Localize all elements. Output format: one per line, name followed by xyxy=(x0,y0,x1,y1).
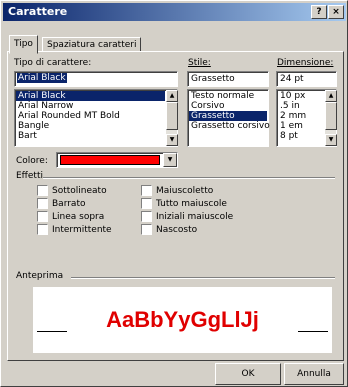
list-item[interactable]: 10 px xyxy=(278,91,324,101)
size-input[interactable]: 24 pt xyxy=(276,71,337,87)
font-input-value: Arial Black xyxy=(17,73,67,83)
checkbox-label: Nascosto xyxy=(156,225,198,235)
checkbox-maiuscoletto[interactable] xyxy=(141,185,152,196)
tab-spaziatura-caratteri[interactable]: Spaziatura caratteri xyxy=(42,37,142,52)
preview-baseline-right xyxy=(298,331,328,332)
list-item[interactable]: Arial Black xyxy=(16,91,165,101)
effects-label: Effetti xyxy=(16,171,43,181)
style-input-value: Grassetto xyxy=(191,74,235,84)
preview-label: Anteprima xyxy=(16,271,64,281)
title-bar: Carattere ? × xyxy=(3,3,346,21)
checkbox-label: Iniziali maiuscole xyxy=(156,212,234,222)
preview-separator xyxy=(71,277,335,279)
size-label: Dimensione: xyxy=(277,58,334,68)
checkbox-sottolineato[interactable] xyxy=(37,185,48,196)
tab-tipo[interactable]: Tipo xyxy=(9,35,38,54)
checkbox-label: Sottolineato xyxy=(52,186,107,196)
preview-box: AaBbYyGgLlJj xyxy=(33,287,332,353)
help-button[interactable]: ? xyxy=(311,5,327,19)
list-item[interactable]: Corsivo xyxy=(189,101,267,111)
scroll-thumb[interactable] xyxy=(166,102,178,130)
font-label: Tipo di carattere: xyxy=(14,58,92,68)
list-item[interactable]: 2 mm xyxy=(278,111,324,121)
checkbox-tutto-maiuscole[interactable] xyxy=(141,198,152,209)
effects-separator xyxy=(43,177,335,179)
checkbox-label: Intermittente xyxy=(52,225,112,235)
style-label: Stile: xyxy=(188,58,211,68)
checkbox-intermittente[interactable] xyxy=(37,224,48,235)
close-button[interactable]: × xyxy=(328,5,344,19)
font-input[interactable]: Arial Black xyxy=(14,71,178,87)
style-list[interactable]: Testo normale Corsivo Grassetto Grassett… xyxy=(187,89,270,147)
list-item[interactable]: 1 em xyxy=(278,121,324,131)
list-item[interactable]: Arial Narrow xyxy=(16,101,165,111)
preview-sample-text: AaBbYyGgLlJj xyxy=(106,307,259,332)
size-list[interactable]: 10 px .5 in 2 mm 1 em 8 pt ▲ ▼ xyxy=(276,89,337,147)
scroll-thumb[interactable] xyxy=(325,102,337,130)
list-item[interactable]: Grassetto xyxy=(189,111,267,121)
window-title: Carattere xyxy=(8,5,68,18)
checkbox-iniziali-maiuscole[interactable] xyxy=(141,211,152,222)
size-list-scrollbar[interactable]: ▲ ▼ xyxy=(325,90,337,146)
list-item[interactable]: 8 pt xyxy=(278,131,324,141)
font-list[interactable]: Arial Black Arial Narrow Arial Rounded M… xyxy=(14,89,178,147)
checkbox-nascosto[interactable] xyxy=(141,224,152,235)
list-item[interactable]: .5 in xyxy=(278,101,324,111)
list-item[interactable]: Arial Rounded MT Bold xyxy=(16,111,165,121)
list-item[interactable]: Testo normale xyxy=(189,91,267,101)
arrow-down-icon[interactable]: ▼ xyxy=(166,134,178,146)
color-swatch xyxy=(60,155,160,165)
color-label: Colore: xyxy=(16,156,48,166)
arrow-up-icon[interactable]: ▲ xyxy=(325,90,337,102)
checkbox-label: Linea sopra xyxy=(52,212,105,222)
arrow-down-icon[interactable]: ▼ xyxy=(325,134,337,146)
font-list-scrollbar[interactable]: ▲ ▼ xyxy=(166,90,178,146)
chevron-down-icon[interactable]: ▼ xyxy=(163,153,177,167)
list-item[interactable]: Bangle xyxy=(16,121,165,131)
size-input-value: 24 pt xyxy=(280,74,304,84)
checkbox-barrato[interactable] xyxy=(37,198,48,209)
ok-button[interactable]: OK xyxy=(215,363,281,385)
font-dialog: Carattere ? × Tipo Spaziatura caratteri … xyxy=(0,0,348,387)
style-input[interactable]: Grassetto xyxy=(187,71,269,87)
checkbox-label: Maiuscoletto xyxy=(156,186,214,196)
arrow-up-icon[interactable]: ▲ xyxy=(166,90,178,102)
checkbox-label: Barrato xyxy=(52,199,86,209)
list-item[interactable]: Grassetto corsivo xyxy=(189,121,270,131)
list-item[interactable]: Bart xyxy=(16,131,165,141)
checkbox-linea-sopra[interactable] xyxy=(37,211,48,222)
color-select[interactable]: ▼ xyxy=(56,152,178,168)
checkbox-label: Tutto maiuscole xyxy=(156,199,227,209)
cancel-button[interactable]: Annulla xyxy=(284,363,344,385)
